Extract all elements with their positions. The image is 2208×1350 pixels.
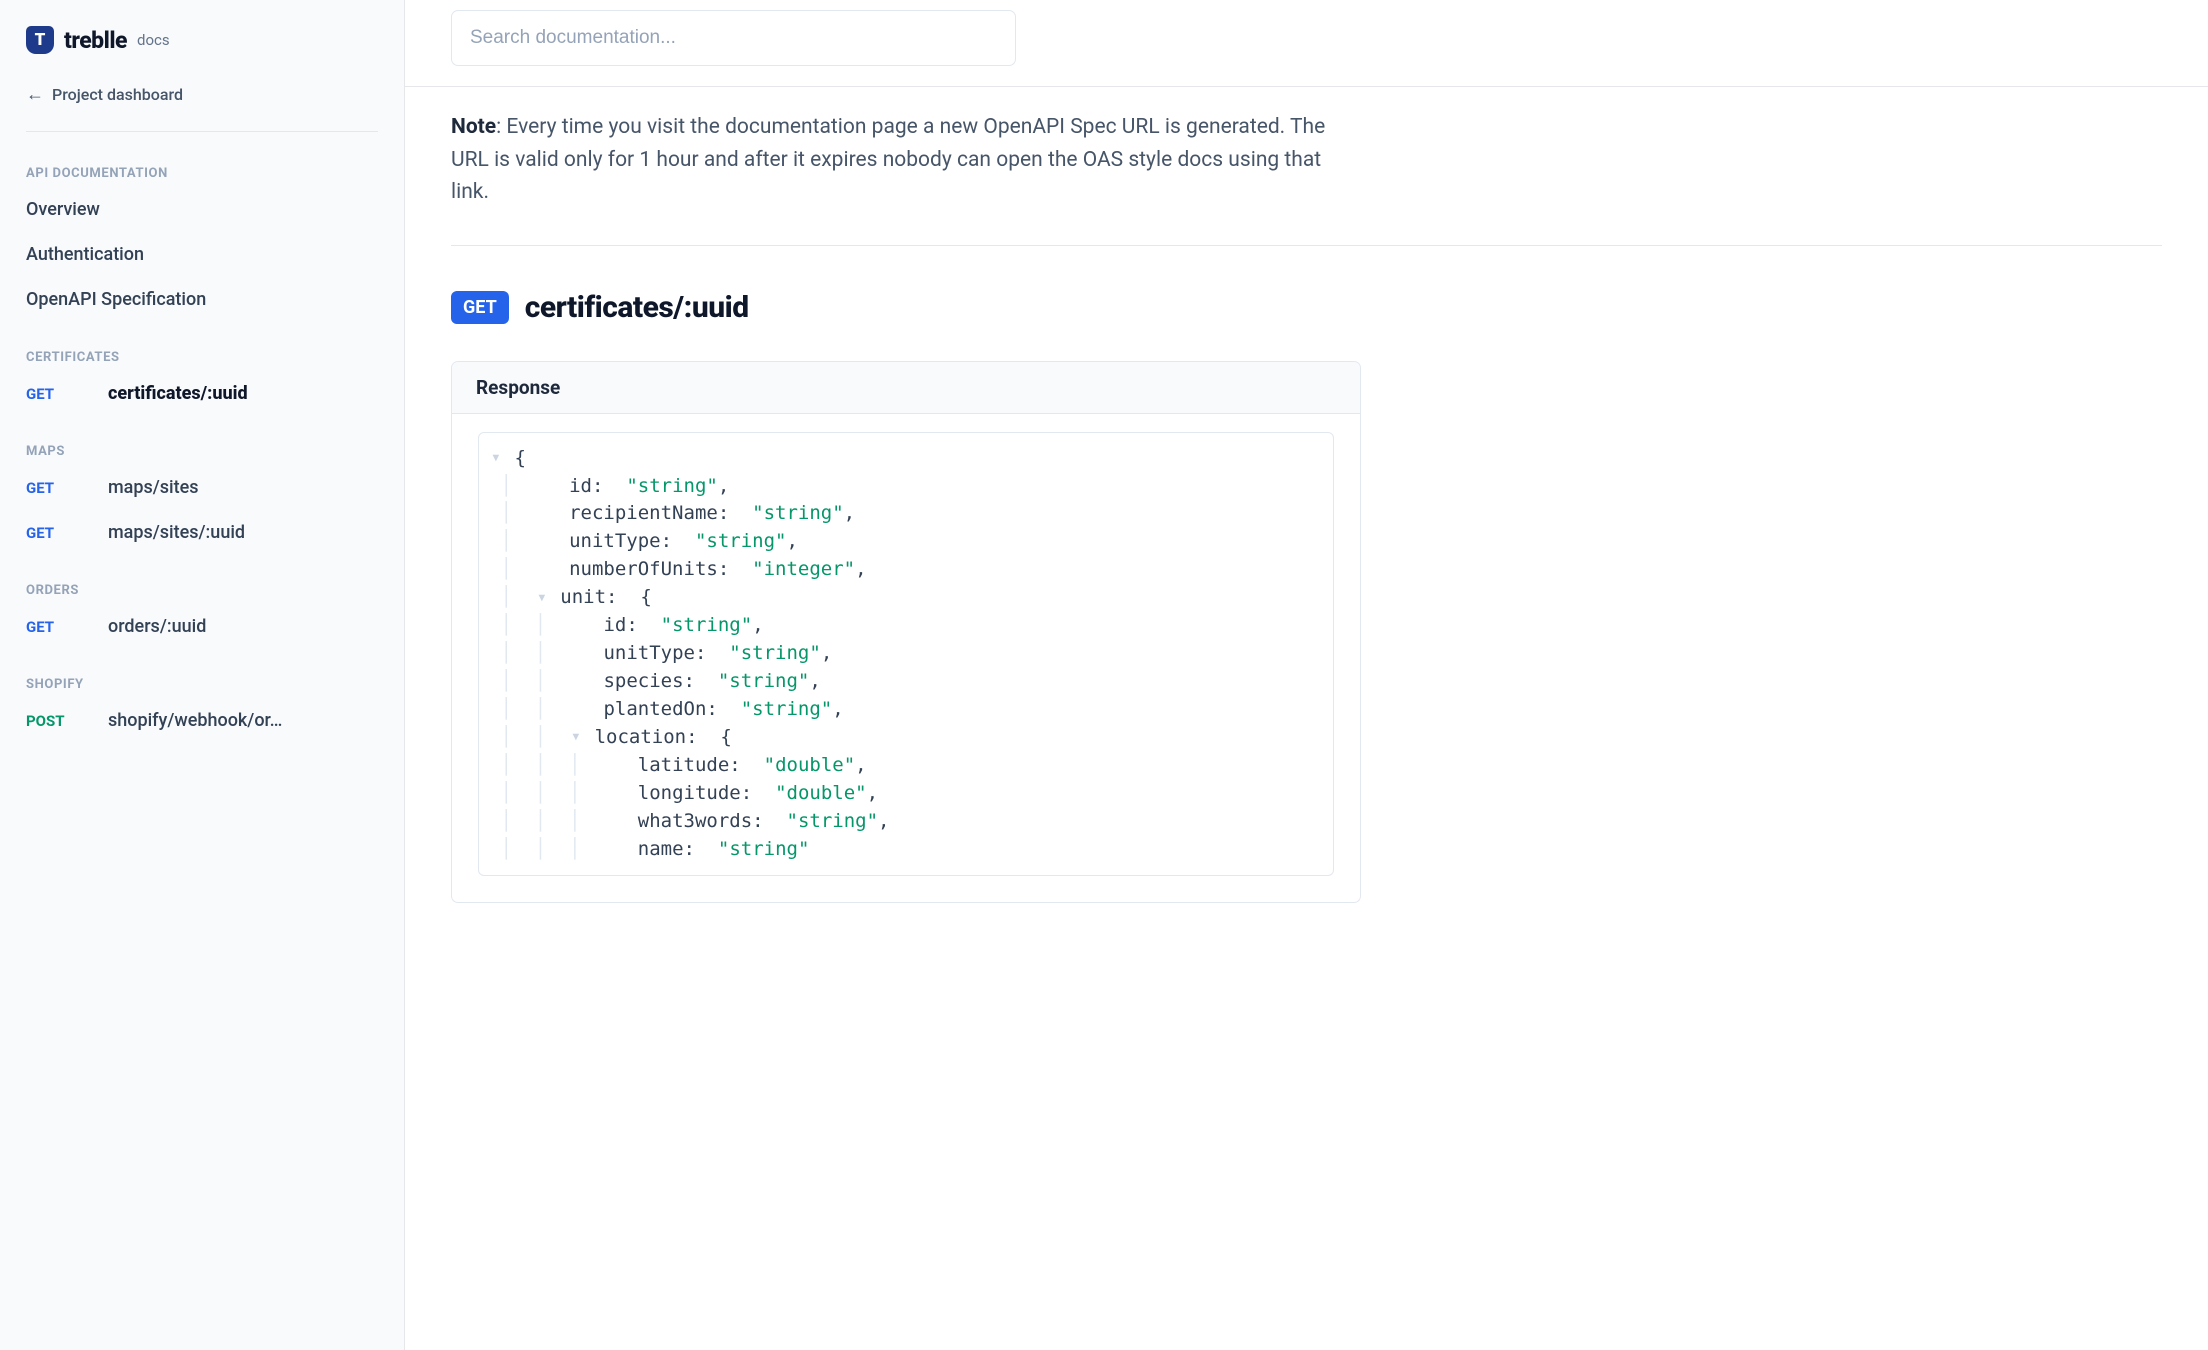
endpoint-path: orders/:uuid <box>108 616 206 637</box>
method-badge: GET <box>26 524 108 542</box>
section-shopify: SHOPIFY POST shopify/webhook/or… <box>26 677 378 731</box>
divider <box>26 131 378 132</box>
sidebar: T treblle docs ← Project dashboard API D… <box>0 0 405 1350</box>
note-body: : Every time you visit the documentation… <box>451 115 1325 204</box>
section-label: CERTIFICATES <box>26 350 378 365</box>
section-api-documentation: API DOCUMENTATION Overview Authenticatio… <box>26 166 378 310</box>
nav-openapi-spec[interactable]: OpenAPI Specification <box>26 289 378 310</box>
note-text: Note: Every time you visit the documenta… <box>451 111 1351 209</box>
back-link-label: Project dashboard <box>52 85 183 104</box>
nav-authentication[interactable]: Authentication <box>26 244 378 265</box>
method-badge: GET <box>26 385 108 403</box>
section-maps: MAPS GET maps/sites GET maps/sites/:uuid <box>26 444 378 543</box>
sidebar-endpoint-maps-sites[interactable]: GET maps/sites <box>26 477 378 498</box>
divider <box>451 245 2162 246</box>
endpoint-title-text: certificates/:uuid <box>525 290 749 325</box>
nav-overview[interactable]: Overview <box>26 199 378 220</box>
section-certificates: CERTIFICATES GET certificates/:uuid <box>26 350 378 404</box>
brand-name: treblle <box>64 27 127 54</box>
endpoint-path: shopify/webhook/or… <box>108 710 282 731</box>
logo-icon: T <box>26 26 54 54</box>
back-link[interactable]: ← Project dashboard <box>26 84 378 105</box>
method-badge: GET <box>26 479 108 497</box>
method-badge: POST <box>26 712 108 730</box>
arrow-left-icon: ← <box>26 84 44 105</box>
sidebar-endpoint-shopify-webhook[interactable]: POST shopify/webhook/or… <box>26 710 378 731</box>
endpoint-path: maps/sites/:uuid <box>108 522 245 543</box>
sidebar-endpoint-maps-sites-uuid[interactable]: GET maps/sites/:uuid <box>26 522 378 543</box>
sidebar-endpoint-orders[interactable]: GET orders/:uuid <box>26 616 378 637</box>
section-orders: ORDERS GET orders/:uuid <box>26 583 378 637</box>
note-label: Note <box>451 115 496 139</box>
section-label: API DOCUMENTATION <box>26 166 378 181</box>
endpoint-heading: GET certificates/:uuid <box>451 290 2162 325</box>
response-header: Response <box>452 362 1360 414</box>
endpoint-path: certificates/:uuid <box>108 383 248 404</box>
brand-suffix: docs <box>137 31 170 49</box>
response-card: Response ▶ { │ id: "string", │ recipient… <box>451 361 1361 904</box>
method-badge: GET <box>26 618 108 636</box>
method-badge: GET <box>451 291 509 324</box>
main-content: Note: Every time you visit the documenta… <box>405 0 2208 1350</box>
section-label: MAPS <box>26 444 378 459</box>
response-schema: ▶ { │ id: "string", │ recipientName: "st… <box>478 432 1334 877</box>
endpoint-path: maps/sites <box>108 477 199 498</box>
response-body: ▶ { │ id: "string", │ recipientName: "st… <box>452 414 1360 903</box>
section-label: SHOPIFY <box>26 677 378 692</box>
search-input[interactable] <box>451 10 1016 66</box>
logo[interactable]: T treblle docs <box>26 26 378 54</box>
section-label: ORDERS <box>26 583 378 598</box>
search-bar <box>405 0 2208 86</box>
sidebar-endpoint-certificates[interactable]: GET certificates/:uuid <box>26 383 378 404</box>
